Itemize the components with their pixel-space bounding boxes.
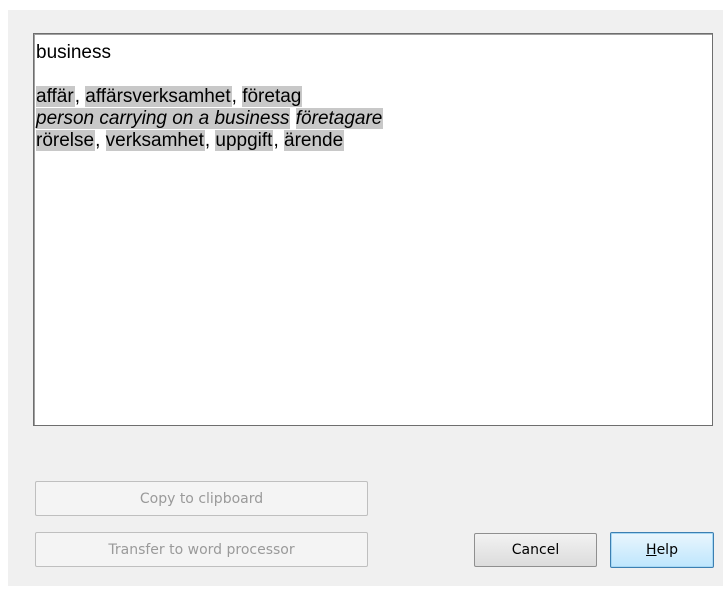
separator: , bbox=[204, 130, 216, 151]
translation-dialog: business affär, affärsverksamhet, företa… bbox=[0, 0, 723, 595]
translation-term: verksamhet bbox=[105, 130, 205, 151]
help-label-rest: elp bbox=[656, 542, 678, 558]
separator: , bbox=[273, 130, 285, 151]
separator: , bbox=[95, 130, 106, 151]
translation-term: företag bbox=[242, 86, 303, 107]
translation-term: rörelse bbox=[36, 130, 96, 151]
transfer-to-word-processor-label: Transfer to word processor bbox=[108, 541, 295, 558]
translation-line: affär, affärsverksamhet, företag bbox=[36, 86, 710, 108]
help-label: Help bbox=[646, 542, 678, 558]
cancel-label: Cancel bbox=[511, 542, 560, 558]
translation-line: person carrying on a business företagare bbox=[36, 108, 710, 130]
translation-term: person carrying on a business bbox=[36, 108, 291, 129]
translation-term: affärsverksamhet bbox=[85, 86, 232, 107]
top-margin bbox=[0, 0, 723, 10]
translation-result-panel[interactable]: business affär, affärsverksamhet, företa… bbox=[33, 33, 713, 426]
separator bbox=[290, 108, 295, 129]
translation-line: rörelse, verksamhet, uppgift, ärende bbox=[36, 130, 710, 152]
bottom-margin bbox=[0, 586, 723, 595]
translation-term: affär bbox=[36, 86, 75, 107]
separator: , bbox=[74, 86, 86, 107]
headword: business bbox=[36, 42, 111, 63]
copy-to-clipboard-label: Copy to clipboard bbox=[139, 490, 264, 507]
copy-to-clipboard-button[interactable]: Copy to clipboard bbox=[35, 481, 368, 516]
separator: , bbox=[231, 86, 243, 107]
left-margin bbox=[0, 0, 8, 595]
translation-lines: affär, affärsverksamhet, företag person c… bbox=[36, 86, 710, 152]
transfer-to-word-processor-button[interactable]: Transfer to word processor bbox=[35, 532, 368, 567]
cancel-button[interactable]: Cancel bbox=[474, 533, 597, 567]
translation-term: uppgift bbox=[215, 130, 274, 151]
help-mnemonic: H bbox=[646, 542, 657, 558]
help-button[interactable]: Help bbox=[610, 532, 714, 568]
translation-term: företagare bbox=[295, 108, 384, 129]
translation-term: ärende bbox=[284, 130, 345, 151]
